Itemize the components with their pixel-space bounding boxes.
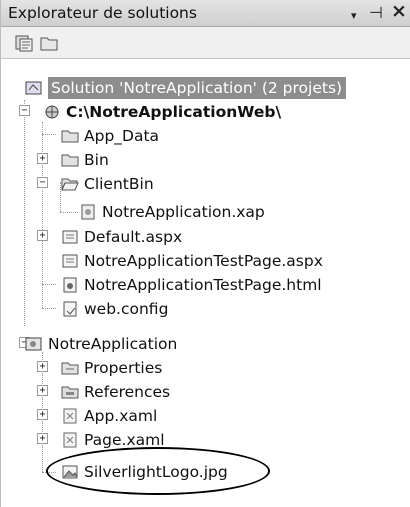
tree-item-default-aspx[interactable]: Default.aspx xyxy=(61,225,182,249)
tree-item-testpage-aspx[interactable]: NotreApplicationTestPage.aspx xyxy=(61,249,323,273)
tree-item-label: Default.aspx xyxy=(84,228,183,246)
tree-connector xyxy=(24,100,25,326)
folder-icon xyxy=(61,152,79,168)
config-file-icon xyxy=(61,301,79,317)
tree-connector xyxy=(42,308,56,309)
solution-icon xyxy=(25,80,43,96)
tree-item-label: References xyxy=(84,383,171,401)
tree-item-label: NotreApplicationTestPage.html xyxy=(84,276,322,294)
tree-item-web-config[interactable]: web.config xyxy=(61,297,168,321)
properties-folder-icon xyxy=(61,360,79,376)
panel-title: Explorateur de solutions xyxy=(8,4,197,22)
solution-explorer-panel: Explorateur de solutions ▾ ⊣ × − + − + −… xyxy=(0,0,410,507)
tree-item-web-project[interactable]: C:\NotreApplicationWeb\ xyxy=(43,100,281,124)
collapse-toggle-icon[interactable]: − xyxy=(37,177,48,188)
xaml-file-icon xyxy=(61,432,79,448)
collapse-toggle-icon[interactable]: − xyxy=(19,105,30,116)
expand-toggle-icon[interactable]: + xyxy=(37,433,48,444)
tree-item-app-xaml[interactable]: App.xaml xyxy=(61,404,157,428)
silverlight-project-icon xyxy=(25,336,43,352)
tree-item-label: C:\NotreApplicationWeb\ xyxy=(66,103,282,121)
tree-item-label: NotreApplicationTestPage.aspx xyxy=(84,252,323,270)
aspx-file-icon xyxy=(61,229,79,245)
auto-hide-pin-icon[interactable]: ⊣ xyxy=(369,3,383,23)
tree-item-label: NotreApplication.xap xyxy=(102,203,265,221)
window-position-dropdown-icon[interactable]: ▾ xyxy=(351,6,357,26)
title-bar: Explorateur de solutions ▾ ⊣ × xyxy=(1,0,410,27)
tree-item-solution[interactable]: Solution 'NotreApplication' (2 projets) xyxy=(25,76,347,100)
tree-item-label: Bin xyxy=(84,151,109,169)
web-project-icon xyxy=(43,104,61,120)
xap-file-icon xyxy=(79,204,97,220)
close-icon[interactable]: × xyxy=(391,1,407,21)
tree-item-label: App_Data xyxy=(84,127,160,145)
highlight-ellipse xyxy=(46,447,270,495)
tree-item-label: web.config xyxy=(84,300,169,318)
tree-item-silverlight-project[interactable]: NotreApplication xyxy=(25,332,177,356)
tree-item-references[interactable]: References xyxy=(61,380,170,404)
xaml-file-icon xyxy=(61,408,79,424)
show-all-files-icon[interactable] xyxy=(39,33,59,53)
tree-item-label: NotreApplication xyxy=(48,335,178,353)
expand-toggle-icon[interactable]: + xyxy=(37,153,48,164)
expand-toggle-icon[interactable]: + xyxy=(37,385,48,396)
tree-item-label: App.xaml xyxy=(84,407,158,425)
expand-toggle-icon[interactable]: + xyxy=(37,361,48,372)
properties-icon[interactable] xyxy=(14,33,34,53)
tree-connector xyxy=(60,212,78,213)
references-icon xyxy=(61,384,79,400)
toolbar xyxy=(1,27,410,59)
tree-item-label: Properties xyxy=(84,359,163,377)
aspx-file-icon xyxy=(61,253,79,269)
folder-icon xyxy=(61,128,79,144)
tree-connector xyxy=(42,284,56,285)
tree-item-clientbin[interactable]: ClientBin xyxy=(61,172,154,196)
expand-toggle-icon[interactable]: + xyxy=(37,230,48,241)
tree-item-xap[interactable]: NotreApplication.xap xyxy=(79,200,265,224)
tree-item-app-data[interactable]: App_Data xyxy=(61,124,159,148)
tree-item-label: ClientBin xyxy=(84,175,154,193)
html-file-icon xyxy=(61,277,79,293)
tree-item-testpage-html[interactable]: NotreApplicationTestPage.html xyxy=(61,273,322,297)
solution-tree: − + − + − + + + + Solution 'NotreApplica… xyxy=(1,60,410,507)
tree-item-properties[interactable]: Properties xyxy=(61,356,162,380)
folder-open-icon xyxy=(61,176,79,192)
tree-item-bin[interactable]: Bin xyxy=(61,148,109,172)
tree-item-label: Solution 'NotreApplication' (2 projets) xyxy=(48,77,347,99)
tree-connector xyxy=(42,134,56,135)
expand-toggle-icon[interactable]: + xyxy=(37,409,48,420)
tree-connector xyxy=(42,122,43,308)
